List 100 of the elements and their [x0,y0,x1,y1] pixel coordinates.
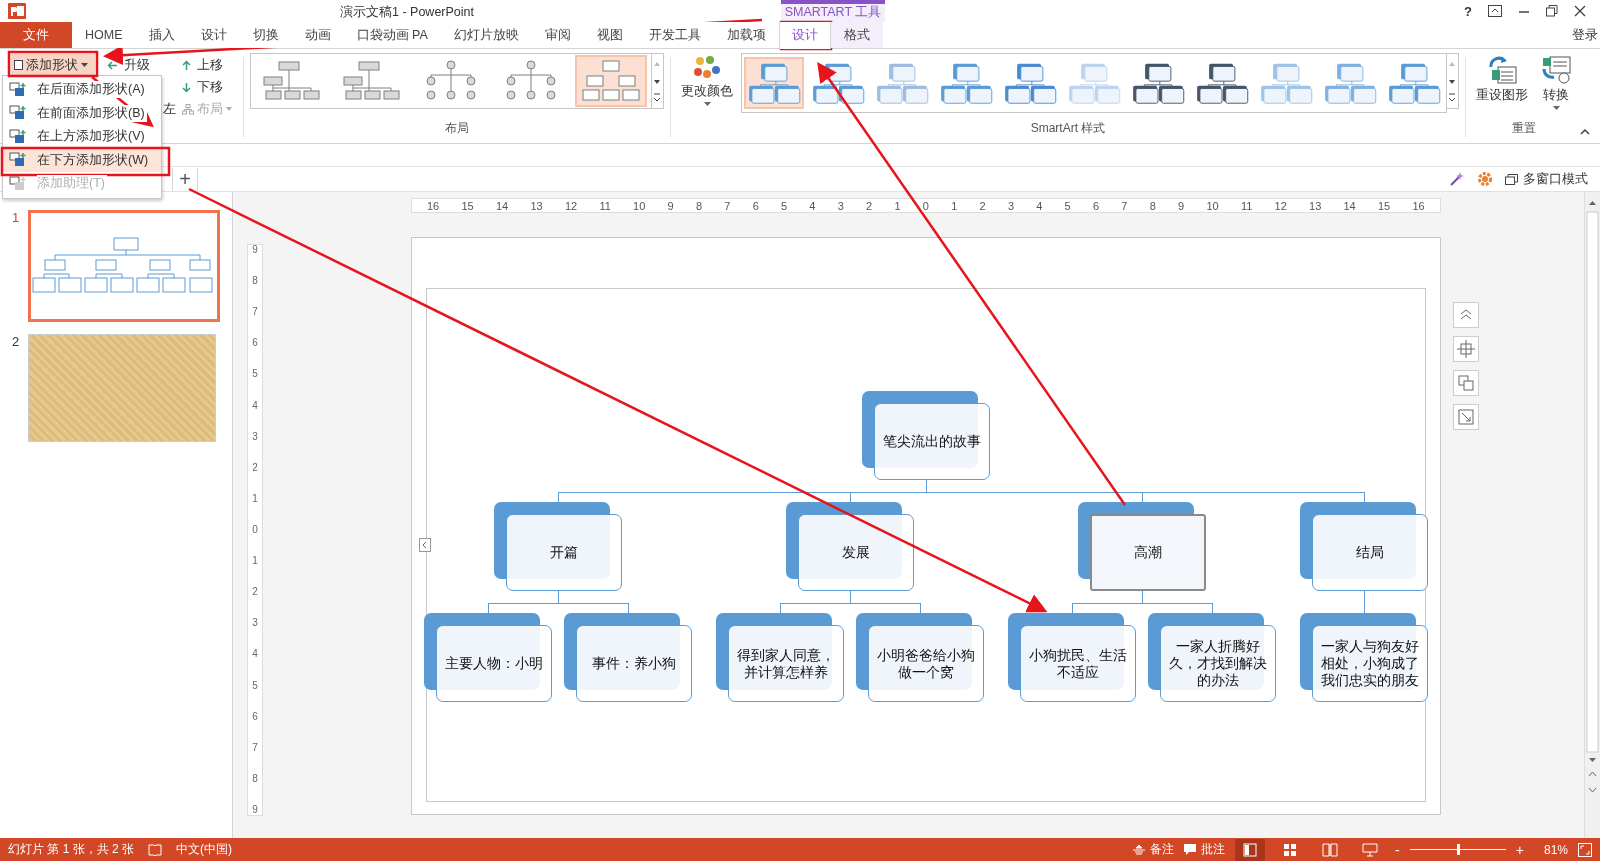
ribbon-tab[interactable]: 设计 [778,22,831,49]
ruler-number: 14 [1343,199,1356,212]
slide-thumbnail[interactable] [28,334,216,442]
fit-to-window-icon[interactable] [1578,842,1592,857]
ruler-number: 14 [495,199,509,212]
resize-icon[interactable] [1453,404,1479,430]
add-shape-icon [9,175,27,192]
group-label: 布局 [445,120,469,137]
notes-icon [1133,844,1146,855]
square-icon [14,60,23,70]
ruler-number: 2 [252,587,258,598]
ribbon-display-icon[interactable] [1488,5,1502,17]
right-to-left-button[interactable]: 左 [163,98,176,120]
color-dots-icon [692,55,722,81]
convert-button[interactable]: 转换 [1536,53,1576,112]
reset-graphic-button[interactable]: 重设图形 [1472,53,1532,106]
promote-button[interactable]: 升级 [107,54,150,76]
zoom-in-button[interactable]: + [1515,841,1524,858]
ruler-number: 8 [252,276,258,287]
gallery-scroll-buttons[interactable] [651,53,664,109]
left-arrow-icon [107,60,118,70]
language-status[interactable]: 中文(中国) [176,841,233,858]
ruler-number: 2 [252,462,258,473]
windows-icon [1505,173,1518,185]
ruler-number: 3 [252,618,258,629]
add-shape-icon [9,105,27,122]
ruler-number: 8 [695,199,703,212]
slide-number: 2 [12,334,20,349]
ruler-number: 4 [252,400,258,411]
zoom-out-button[interactable]: - [1395,841,1400,858]
menu-item[interactable]: 在下方添加形状(W) [3,148,161,172]
close-icon[interactable] [1574,5,1586,17]
change-colors-button[interactable]: 更改颜色 [677,53,737,108]
slide-thumbnail[interactable] [28,210,220,322]
comment-icon [1184,844,1197,855]
ruler-number: 6 [752,199,759,212]
collapse-ribbon-icon[interactable] [1580,129,1590,135]
ruler-number: 8 [252,773,258,784]
caret-icon [81,63,88,67]
highlight-frame [779,20,833,51]
ruler-number: 6 [252,711,258,722]
ruler-number: 11 [1240,199,1253,212]
ribbon-tab[interactable]: 文件 [0,22,72,48]
ruler-number: 12 [1274,199,1287,212]
ruler-number: 0 [252,525,258,535]
ruler-number: 12 [564,199,578,212]
new-tab-button[interactable]: + [172,167,198,191]
ruler-number: 9 [667,199,674,212]
add-shape-icon [9,81,27,98]
move-up-button[interactable]: 上移 [182,54,232,76]
ribbon-tab[interactable]: 格式 [830,22,883,48]
sign-in-link[interactable]: 登录 [1572,26,1598,44]
move-down-button[interactable]: 下移 [182,76,232,98]
ruler-number: 16 [1412,199,1425,212]
slide-number: 1 [12,210,20,225]
ruler-number: 1 [951,199,958,212]
book-icon[interactable] [148,843,163,856]
ruler-number: 3 [837,199,844,212]
ruler-number: 6 [252,338,258,349]
ruler-number: 8 [1149,199,1156,212]
smartart-frame[interactable]: 笔尖流出的故事 开篇 主要人物：小明 事件：养小狗 发展 得到家人同意，并计算怎样养 小明爸爸给小狗做一个窝 高潮 小狗扰民、生活不适应 一家人折腾好久，才找到解决的办法 结局 一家人与狗友好相处，小狗成了我们忠实的朋友 [426,288,1426,802]
vertical-scrollbar[interactable] [1584,192,1600,838]
add-shape-icon [9,152,27,169]
collapse-up-icon[interactable] [1453,302,1479,328]
ruler-number: 0 [922,199,929,212]
arrange-icon[interactable] [1453,370,1479,396]
help-button[interactable]: ? [1464,3,1472,19]
down-arrow-icon [182,81,191,93]
text-pane-toggle-icon[interactable] [419,538,431,552]
layout-thumbnail[interactable] [575,55,647,107]
ruler-number: 3 [1007,199,1014,212]
gallery-scroll-buttons[interactable] [1446,53,1459,109]
magic-wand-icon[interactable] [1449,171,1465,187]
contextual-tab-header: SMARTART 工具 [781,0,885,22]
ruler-number: 7 [1121,199,1128,212]
ruler-number: 2 [979,199,986,212]
ruler-number: 5 [1064,199,1071,212]
ruler-number: 1 [252,493,258,504]
ruler-number: 15 [461,199,474,212]
ruler-number: 10 [1206,199,1219,212]
multi-window-button[interactable]: 多窗口模式 [1505,170,1588,188]
ruler-number: 7 [724,199,731,212]
zoom-percent[interactable]: 81% [1543,842,1568,857]
style-thumbnail[interactable] [744,57,804,109]
ruler-number: 2 [866,199,873,212]
ruler-number: 6 [1092,199,1100,212]
ruler-number: 9 [252,245,258,255]
gear-icon[interactable] [1477,171,1493,187]
align-icon[interactable] [1453,336,1479,362]
ruler-number: 9 [1178,199,1185,212]
add-shape-button[interactable]: 添加形状 [11,54,95,76]
comments-button[interactable]: 批注 [1184,841,1226,858]
ruler-number: 13 [530,199,543,212]
restore-icon[interactable] [1546,5,1558,17]
notes-button[interactable]: 备注 [1133,841,1175,858]
caret-icon [703,102,711,106]
ruler-number: 9 [252,804,258,815]
normal-view-icon[interactable] [1235,838,1266,861]
group-label: 重置 [1512,120,1536,137]
caret-icon [1552,106,1560,110]
